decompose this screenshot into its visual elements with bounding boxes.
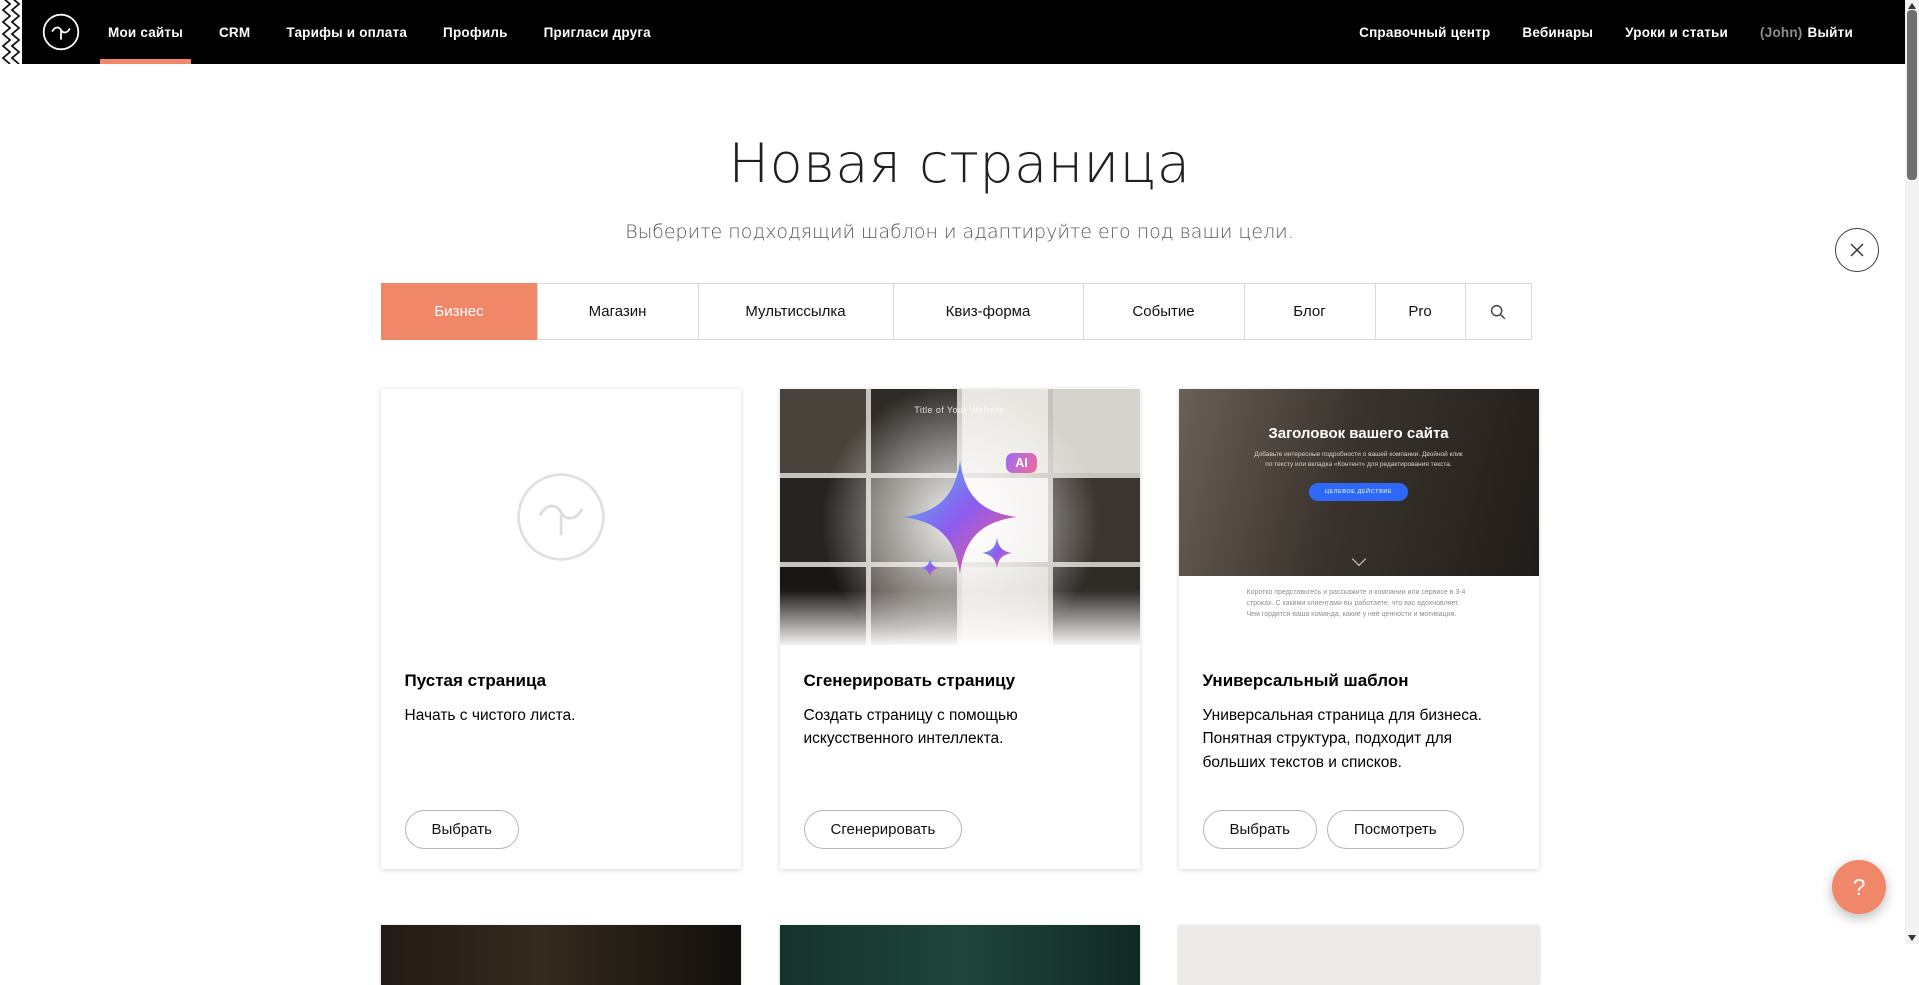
close-button[interactable] xyxy=(1835,228,1879,272)
card-partial[interactable] xyxy=(780,925,1140,985)
preview-template-button[interactable]: Посмотреть xyxy=(1327,810,1464,849)
template-heading: Заголовок вашего сайта xyxy=(1268,425,1448,442)
template-cards-row-2 xyxy=(381,925,1539,985)
nav-lessons[interactable]: Уроки и статьи xyxy=(1625,0,1728,64)
card-partial[interactable] xyxy=(1179,925,1539,985)
ai-preview: Title of Your Website AI xyxy=(780,389,1140,645)
template-cards-row: Пустая страница Начать с чистого листа. … xyxy=(381,389,1539,869)
nav-my-sites[interactable]: Мои сайты xyxy=(108,0,183,64)
scrollbar-thumb[interactable] xyxy=(1907,10,1917,180)
tilda-logo[interactable] xyxy=(42,0,80,64)
close-icon xyxy=(1849,242,1865,258)
secondary-nav: Справочный центр Вебинары Уроки и статьи… xyxy=(1327,0,1853,64)
scroll-up-icon[interactable] xyxy=(1908,3,1916,9)
tab-multilink[interactable]: Мультиссылка xyxy=(698,283,894,340)
tilda-watermark-icon xyxy=(515,471,607,563)
nav-invite-friend[interactable]: Пригласи друга xyxy=(544,0,651,64)
card-title: Пустая страница xyxy=(405,671,717,691)
tab-business[interactable]: Бизнес xyxy=(381,283,538,340)
tab-event[interactable]: Событие xyxy=(1083,283,1245,340)
ai-sparkle-small-icon xyxy=(981,537,1013,569)
template-hero: Заголовок вашего сайта Добавьте интересн… xyxy=(1179,389,1539,576)
tab-blog[interactable]: Блог xyxy=(1244,283,1376,340)
card-description: Универсальная страница для бизнеса. Поня… xyxy=(1203,704,1515,774)
tab-pro[interactable]: Pro xyxy=(1375,283,1466,340)
new-page-dialog: Новая страница Выберите подходящий шабло… xyxy=(0,132,1919,985)
nav-profile[interactable]: Профиль xyxy=(443,0,508,64)
template-subtext: Добавьте интересные подробности о вашей … xyxy=(1251,450,1467,471)
card-description: Создать страницу с помощью искусственног… xyxy=(804,704,1116,751)
user-name: (John) xyxy=(1760,25,1802,40)
blank-preview xyxy=(381,389,741,645)
page-scrollbar[interactable] xyxy=(1905,0,1919,944)
nav-help-center[interactable]: Справочный центр xyxy=(1359,0,1490,64)
tab-store[interactable]: Магазин xyxy=(537,283,699,340)
ai-badge: AI xyxy=(1006,453,1037,473)
template-preview: Заголовок вашего сайта Добавьте интересн… xyxy=(1179,389,1539,645)
card-universal-template[interactable]: Заголовок вашего сайта Добавьте интересн… xyxy=(1179,389,1539,869)
help-button[interactable]: ? xyxy=(1832,860,1886,914)
search-tab[interactable] xyxy=(1465,283,1532,340)
template-body-text: Коротко представьтесь и расскажите о ком… xyxy=(1179,576,1539,645)
page-title: Новая страница xyxy=(0,132,1919,195)
main-nav: Мои сайты CRM Тарифы и оплата Профиль Пр… xyxy=(108,0,1327,64)
choose-blank-button[interactable]: Выбрать xyxy=(405,810,519,849)
tab-quiz-form[interactable]: Квиз-форма xyxy=(893,283,1084,340)
nav-tariffs[interactable]: Тарифы и оплата xyxy=(286,0,407,64)
chevron-down-icon xyxy=(1351,552,1365,566)
card-description: Начать с чистого листа. xyxy=(405,704,717,727)
scroll-down-icon[interactable] xyxy=(1908,935,1916,941)
card-partial[interactable] xyxy=(381,925,741,985)
nav-crm[interactable]: CRM xyxy=(219,0,250,64)
logout-label: Выйти xyxy=(1808,25,1854,40)
top-navbar: Мои сайты CRM Тарифы и оплата Профиль Пр… xyxy=(0,0,1919,64)
zigzag-pattern xyxy=(0,0,22,64)
card-blank-page[interactable]: Пустая страница Начать с чистого листа. … xyxy=(381,389,741,869)
template-category-tabs: Бизнес Магазин Мультиссылка Квиз-форма С… xyxy=(381,283,1539,340)
card-ai-generate[interactable]: Title of Your Website AI Сгенерировать с… xyxy=(780,389,1140,869)
page-subtitle: Выберите подходящий шаблон и адаптируйте… xyxy=(0,221,1919,243)
card-title: Сгенерировать страницу xyxy=(804,671,1116,691)
choose-template-button[interactable]: Выбрать xyxy=(1203,810,1317,849)
search-icon xyxy=(1489,303,1507,321)
card-title: Универсальный шаблон xyxy=(1203,671,1515,691)
nav-logout[interactable]: (John) Выйти xyxy=(1760,0,1853,64)
nav-webinars[interactable]: Вебинары xyxy=(1522,0,1593,64)
template-cta-button: Целевое действие xyxy=(1309,483,1408,501)
ai-sparkle-tiny-icon xyxy=(920,558,940,578)
generate-button[interactable]: Сгенерировать xyxy=(804,810,963,849)
